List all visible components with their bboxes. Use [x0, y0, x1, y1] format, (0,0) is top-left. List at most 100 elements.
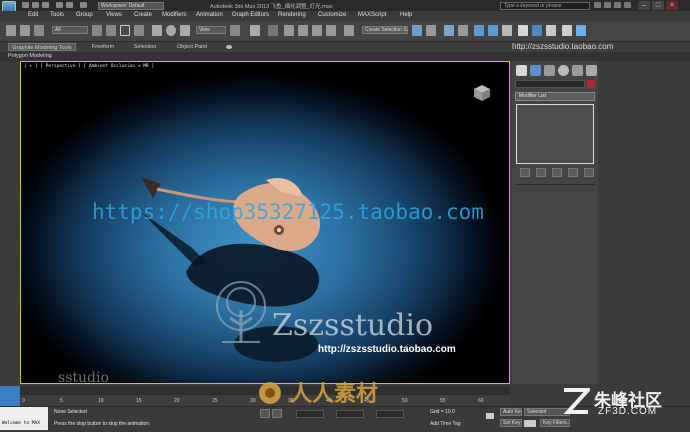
open-file-icon[interactable]: [32, 2, 39, 8]
mirror-icon[interactable]: [412, 25, 422, 36]
key-filters-button[interactable]: Key Filters...: [540, 419, 570, 427]
display-icon[interactable]: [572, 65, 583, 76]
menu-help[interactable]: Help: [400, 12, 412, 18]
ribbon-options-icon[interactable]: [226, 45, 232, 49]
snap-3d-icon[interactable]: [284, 25, 294, 36]
angle-snap-icon[interactable]: [298, 25, 308, 36]
make-unique-icon[interactable]: [552, 168, 562, 177]
menu-rendering[interactable]: Rendering: [278, 12, 306, 18]
render-icon[interactable]: [546, 25, 556, 36]
tick-label: 0: [22, 398, 25, 404]
logo-text: Zszsstudio: [272, 308, 434, 343]
spinner-snap-icon[interactable]: [326, 25, 336, 36]
material-editor-icon[interactable]: [502, 25, 512, 36]
link-icon[interactable]: [34, 25, 44, 36]
tab-freeform[interactable]: Freeform: [86, 43, 120, 51]
search-input[interactable]: Type a keyword or phrase: [500, 2, 590, 10]
project-folder-icon[interactable]: [80, 2, 87, 8]
tab-graphite-modeling[interactable]: Graphite Modeling Tools: [8, 43, 76, 51]
add-time-tag[interactable]: Add Time Tag: [430, 421, 460, 427]
remove-modifier-icon[interactable]: [568, 168, 578, 177]
modify-icon[interactable]: [530, 65, 541, 76]
help-icon[interactable]: [604, 2, 611, 8]
percent-snap-icon[interactable]: [312, 25, 322, 36]
motion-icon[interactable]: [558, 65, 569, 76]
viewport-label[interactable]: [ + ] [ Perspective ] [ Ambient Occlusio…: [24, 64, 154, 69]
minimize-button[interactable]: –: [638, 1, 650, 10]
show-end-result-icon[interactable]: [536, 168, 546, 177]
align-icon[interactable]: [426, 25, 436, 36]
edit-named-sel-icon[interactable]: [344, 25, 354, 36]
layer-icon[interactable]: [444, 25, 454, 36]
set-key-icon[interactable]: [524, 420, 536, 427]
select-by-name-icon[interactable]: [106, 25, 116, 36]
pin-stack-icon[interactable]: [520, 168, 530, 177]
new-file-icon[interactable]: [22, 2, 29, 8]
modifier-stack[interactable]: [516, 104, 594, 164]
ref-coord-dropdown[interactable]: View: [196, 26, 226, 34]
window-crossing-icon[interactable]: [134, 25, 144, 36]
close-button[interactable]: ×: [666, 1, 678, 10]
pivot-icon[interactable]: [230, 25, 240, 36]
redo-icon[interactable]: [20, 25, 30, 36]
y-coordinate-field[interactable]: [336, 410, 364, 418]
top-watermark-url: http://zszsstudio.taobao.com: [512, 42, 614, 51]
workspace-dropdown[interactable]: Workspace: Default: [98, 2, 164, 10]
menu-tools[interactable]: Tools: [50, 12, 64, 18]
tab-object-paint[interactable]: Object Paint: [170, 43, 214, 51]
menu-customize[interactable]: Customize: [318, 12, 346, 18]
listener-text: Welcome to MAX: [2, 421, 40, 426]
keyboard-shortcut-icon[interactable]: [268, 25, 278, 36]
selection-set-dropdown[interactable]: Create Selection Se: [362, 26, 408, 34]
schematic-icon[interactable]: [488, 25, 498, 36]
save-file-icon[interactable]: [42, 2, 49, 8]
configure-sets-icon[interactable]: [584, 168, 594, 177]
absolute-mode-icon[interactable]: [272, 409, 282, 418]
scale-icon[interactable]: [180, 25, 190, 36]
undo-quick-icon[interactable]: [56, 2, 63, 8]
create-icon[interactable]: [516, 65, 527, 76]
menu-views[interactable]: Views: [106, 12, 122, 18]
lock-selection-icon[interactable]: [260, 409, 270, 418]
hierarchy-icon[interactable]: [544, 65, 555, 76]
object-color-swatch[interactable]: [587, 80, 595, 88]
search-icon[interactable]: [594, 2, 601, 8]
rendered-frame-icon[interactable]: [532, 25, 542, 36]
auto-key-button[interactable]: Auto Key: [500, 408, 522, 416]
menu-modifiers[interactable]: Modifiers: [162, 12, 186, 18]
maximize-button[interactable]: □: [652, 1, 664, 10]
modifier-list-dropdown[interactable]: Modifier List: [515, 92, 595, 101]
rotate-icon[interactable]: [166, 25, 176, 36]
x-coordinate-field[interactable]: [296, 410, 324, 418]
selection-status: None Selected: [54, 409, 87, 415]
viewcube-icon[interactable]: [470, 82, 492, 104]
menu-animation[interactable]: Animation: [196, 12, 223, 18]
object-name-field[interactable]: [515, 80, 585, 88]
maxscript-listener[interactable]: [0, 407, 48, 430]
redo-quick-icon[interactable]: [66, 2, 73, 8]
move-icon[interactable]: [152, 25, 162, 36]
graphite-icon[interactable]: [458, 25, 468, 36]
menu-edit[interactable]: Edit: [28, 12, 38, 18]
rect-region-icon[interactable]: [120, 25, 130, 36]
render-production-icon[interactable]: [562, 25, 572, 36]
star-icon[interactable]: [614, 2, 621, 8]
menu-create[interactable]: Create: [134, 12, 152, 18]
undo-icon[interactable]: [6, 25, 16, 36]
info-icon[interactable]: [624, 2, 631, 8]
select-icon[interactable]: [92, 25, 102, 36]
set-key-button[interactable]: Set Key: [500, 419, 522, 427]
curve-editor-icon[interactable]: [474, 25, 484, 36]
render-setup-icon[interactable]: [518, 25, 528, 36]
menu-graph-editors[interactable]: Graph Editors: [232, 12, 269, 18]
cloud-render-icon[interactable]: [576, 25, 586, 36]
menu-maxscript[interactable]: MAXScript: [358, 12, 386, 18]
manipulate-icon[interactable]: [250, 25, 260, 36]
z-coordinate-field[interactable]: [376, 410, 404, 418]
menu-group[interactable]: Group: [76, 12, 93, 18]
tab-selection[interactable]: Selection: [128, 43, 162, 51]
time-slider-handle[interactable]: [0, 386, 20, 406]
key-icon[interactable]: [486, 413, 494, 419]
selection-filter-dropdown[interactable]: All: [52, 26, 88, 34]
utilities-icon[interactable]: [586, 65, 597, 76]
